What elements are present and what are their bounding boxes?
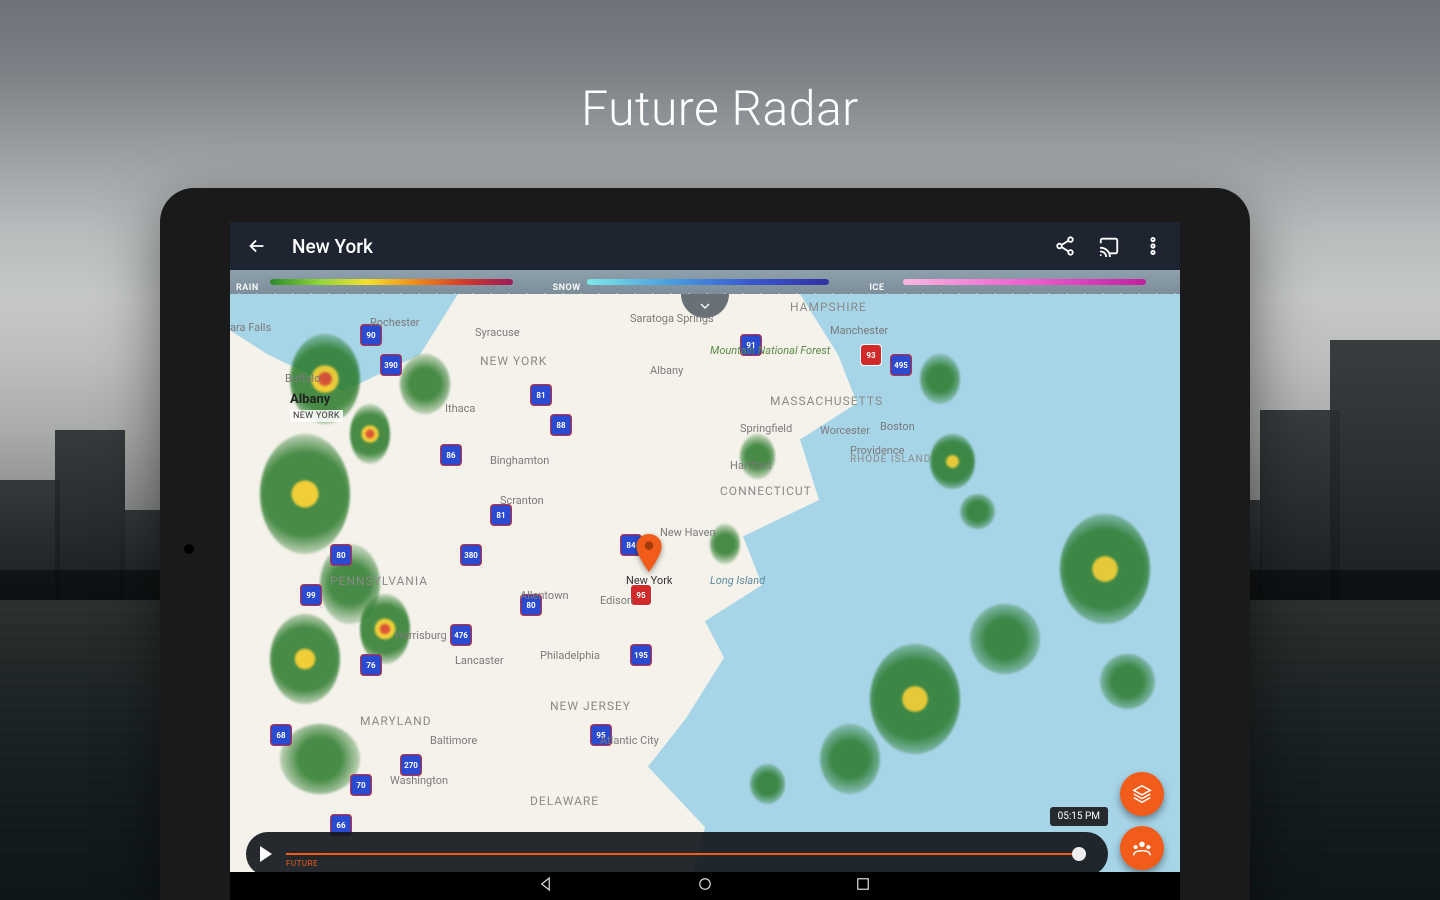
- timeline-time-chip: 05:15 PM: [1050, 807, 1108, 826]
- app-bar: New York: [230, 222, 1180, 270]
- map-city-label: Worcester: [820, 424, 870, 437]
- tablet-frame: New York RAIN SNOW ICE: [160, 188, 1250, 900]
- location-pin-icon[interactable]: [636, 534, 662, 572]
- timeline-future-label: FUTURE: [286, 859, 318, 868]
- radar-echo: [870, 644, 960, 754]
- map-location-box: NEW YORK: [290, 410, 343, 422]
- radar-echo: [750, 764, 785, 804]
- radar-echo: [820, 724, 880, 794]
- map-state-label: NEW YORK: [480, 354, 547, 368]
- route-shield: 81: [530, 384, 552, 406]
- route-shield: 99: [300, 584, 322, 606]
- map-state-label: MARYLAND: [360, 714, 432, 728]
- legend-rain-label: RAIN: [236, 283, 259, 293]
- route-shield: 88: [550, 414, 572, 436]
- group-fab[interactable]: [1120, 826, 1164, 870]
- radar-echo: [920, 354, 960, 404]
- map-city-label: Binghamton: [490, 454, 549, 467]
- radar-echo: [970, 604, 1040, 674]
- route-shield: 495: [890, 354, 912, 376]
- timeline-knob[interactable]: [1072, 847, 1086, 861]
- map-city-label: Syracuse: [475, 326, 520, 339]
- map-city-label: Albany: [650, 364, 683, 377]
- map-park-label: Mountain National Forest: [710, 344, 830, 357]
- map-city-label: Ithaca: [445, 402, 475, 415]
- android-nav-bar: [230, 872, 1180, 900]
- legend-snow-label: SNOW: [553, 283, 581, 293]
- hero-title: Future Radar: [0, 80, 1440, 137]
- tablet-screen: New York RAIN SNOW ICE: [230, 222, 1180, 900]
- route-shield: 270: [400, 754, 422, 776]
- back-icon[interactable]: [246, 235, 268, 257]
- legend-snow-gradient: [587, 279, 830, 285]
- map-city-label: Buffalo: [285, 372, 321, 385]
- map-state-label: DELAWARE: [530, 794, 599, 808]
- map-city-label: Boston: [880, 420, 915, 433]
- map-city-label: Philadelphia: [540, 649, 600, 662]
- route-shield: 380: [460, 544, 482, 566]
- nav-home-icon[interactable]: [696, 875, 714, 897]
- radar-echo: [280, 724, 360, 794]
- route-shield: 93: [860, 344, 882, 366]
- map-state-label: CONNECTICUT: [720, 484, 812, 498]
- map-city-label: Providence: [850, 444, 904, 457]
- map-city-label: Allentown: [520, 589, 569, 602]
- route-shield: 195: [630, 644, 652, 666]
- radar-echo: [400, 354, 450, 414]
- radar-echo: [1100, 654, 1155, 709]
- map-city-label: New Haven: [660, 526, 716, 539]
- app-bar-title: New York: [292, 235, 373, 258]
- layers-fab[interactable]: [1120, 772, 1164, 816]
- route-shield: 86: [440, 444, 462, 466]
- map-city-label: Springfield: [740, 422, 792, 435]
- map-city-label: Scranton: [500, 494, 544, 507]
- map-city-label: Harrisburg: [395, 629, 447, 642]
- route-shield: 70: [350, 774, 372, 796]
- route-shield: 76: [360, 654, 382, 676]
- route-shield: 81: [490, 504, 512, 526]
- map-city-label: Rochester: [370, 316, 420, 329]
- more-icon[interactable]: [1142, 235, 1164, 257]
- route-shield: 68: [270, 724, 292, 746]
- legend-ice-label: ICE: [869, 283, 884, 293]
- nav-recent-icon[interactable]: [854, 875, 872, 897]
- radar-echo: [350, 404, 390, 464]
- timeline-track[interactable]: FUTURE: [286, 853, 1080, 855]
- map-state-label: MASSACHUSETTS: [770, 394, 883, 408]
- share-icon[interactable]: [1054, 235, 1076, 257]
- radar-echo: [740, 434, 775, 479]
- map-city-label: Atlantic City: [600, 734, 659, 747]
- legend-rain-gradient: [270, 279, 513, 285]
- radar-timeline[interactable]: FUTURE: [246, 832, 1108, 876]
- legend-ice-gradient: [903, 279, 1146, 285]
- radar-legend: RAIN SNOW ICE: [230, 270, 1180, 294]
- map-pin-label: New York: [626, 574, 673, 587]
- route-shield: 95: [630, 584, 652, 606]
- radar-echo: [270, 614, 340, 704]
- map-water-label: Long Island: [710, 574, 765, 587]
- map-city-label: Manchester: [830, 324, 888, 337]
- route-shield: 80: [330, 544, 352, 566]
- map-city-label: Baltimore: [430, 734, 477, 747]
- radar-echo: [960, 494, 995, 529]
- map-state-label: PENNSYLVANIA: [330, 574, 428, 588]
- map-location-label: Albany: [290, 392, 330, 407]
- map-state-label: HAMPSHIRE: [790, 300, 867, 314]
- map-city-label: Lancaster: [455, 654, 504, 667]
- nav-back-icon[interactable]: [538, 875, 556, 897]
- map-city-label: Saratoga Springs: [630, 312, 714, 325]
- radar-echo: [260, 434, 350, 554]
- map-state-label: NEW JERSEY: [550, 699, 631, 713]
- radar-map[interactable]: 90 390 81 88 86 81 80 380 84 80 476 195 …: [230, 294, 1180, 900]
- map-city-label: Hartford: [730, 459, 771, 472]
- radar-echo: [930, 434, 975, 489]
- map-city-label: ara Falls: [230, 321, 271, 334]
- route-shield: 476: [450, 624, 472, 646]
- play-icon[interactable]: [260, 846, 272, 862]
- map-city-label: Washington: [390, 774, 448, 787]
- radar-echo: [1060, 514, 1150, 624]
- map-city-label: Edison: [600, 594, 633, 607]
- cast-icon[interactable]: [1098, 235, 1120, 257]
- route-shield: 390: [380, 354, 402, 376]
